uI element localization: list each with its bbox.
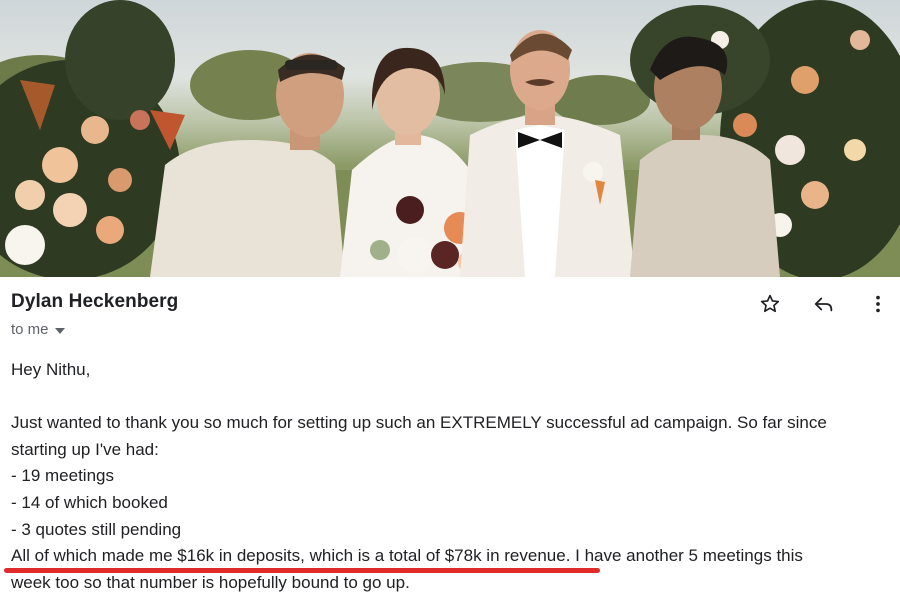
continuation-text: I have another 5 meetings this [570,546,803,566]
list-item: - 3 quotes still pending [11,519,182,539]
wedding-photo [0,0,900,277]
email-closing-line: week too so that number is hopefully bou… [11,572,410,592]
star-button[interactable] [756,290,784,318]
chevron-down-icon [54,327,65,334]
more-vertical-icon [876,295,880,313]
wedding-photo-illustration [0,0,900,277]
more-options-button[interactable] [864,290,892,318]
highlight-line: All of which made me $16k in deposits, w… [11,543,891,570]
recipient-label: to me [11,321,49,338]
recipient-toggle[interactable]: to me [11,321,65,338]
reply-button[interactable] [810,290,838,318]
sender-name: Dylan Heckenberg [11,291,179,312]
email-paragraph-line: starting up I've had: [11,439,159,459]
email-body: Hey Nithu, Just wanted to thank you so m… [11,357,891,596]
list-item: - 14 of which booked [11,492,168,512]
star-icon [760,294,780,313]
email-paragraph-line: Just wanted to thank you so much for set… [11,413,827,433]
message-actions [756,290,892,318]
highlighted-revenue-text: All of which made me $16k in deposits, w… [11,546,571,566]
email-greeting: Hey Nithu, [11,360,91,379]
red-underline-annotation [4,568,600,573]
reply-icon [814,297,833,312]
list-item: - 19 meetings [11,466,114,486]
